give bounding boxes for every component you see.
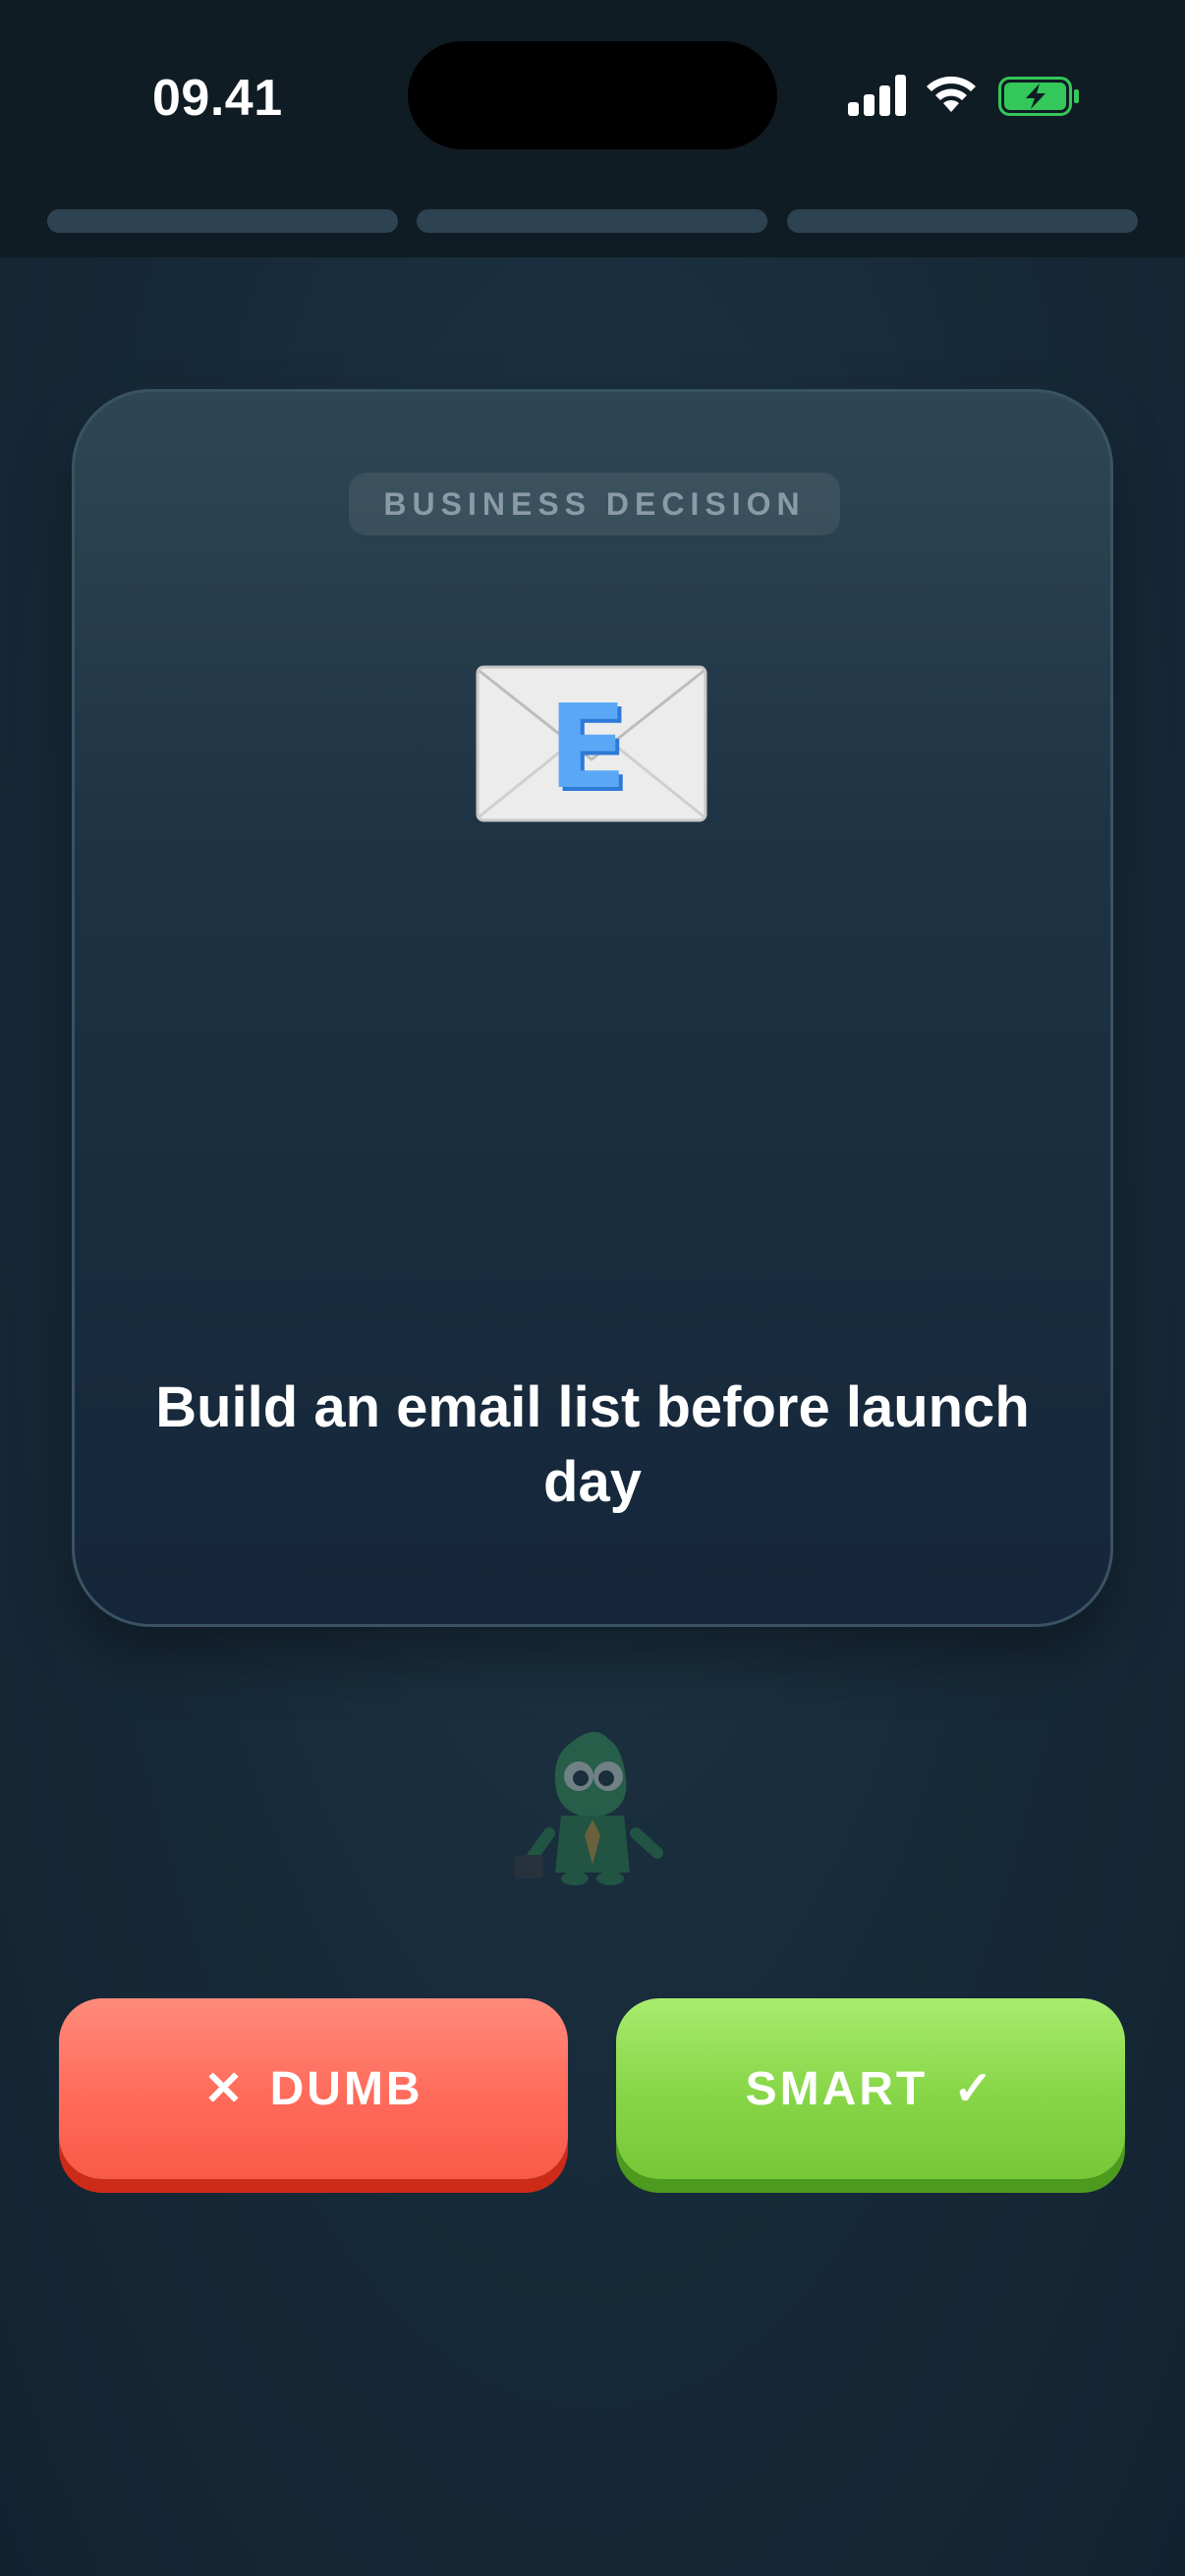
dynamic-island [408,41,777,149]
dumb-button-label: DUMB [269,2062,423,2115]
category-tag: BUSINESS DECISION [349,473,840,535]
cellular-signal-icon [848,75,906,116]
green-mascot-icon [514,1731,663,1885]
dumb-button[interactable]: ✕ DUMB [59,1998,568,2179]
progress-segment [417,209,767,233]
e-mail-envelope-icon: E E [476,665,707,822]
progress-segment [47,209,398,233]
decision-statement: Build an email list before launch day [155,1375,1030,1514]
decision-card[interactable]: BUSINESS DECISION E E Build an email lis… [72,389,1113,1627]
svg-text:E: E [548,679,628,814]
battery-charging-icon [998,77,1079,116]
progress-indicator [47,209,1138,233]
progress-segment [787,209,1138,233]
smart-button[interactable]: SMART ✓ [616,1998,1125,2179]
close-icon: ✕ [203,2063,247,2115]
smart-button-label: SMART [745,2062,929,2115]
wifi-icon [927,76,976,112]
checkmark-icon: ✓ [953,2063,996,2115]
status-time: 09.41 [152,70,283,127]
